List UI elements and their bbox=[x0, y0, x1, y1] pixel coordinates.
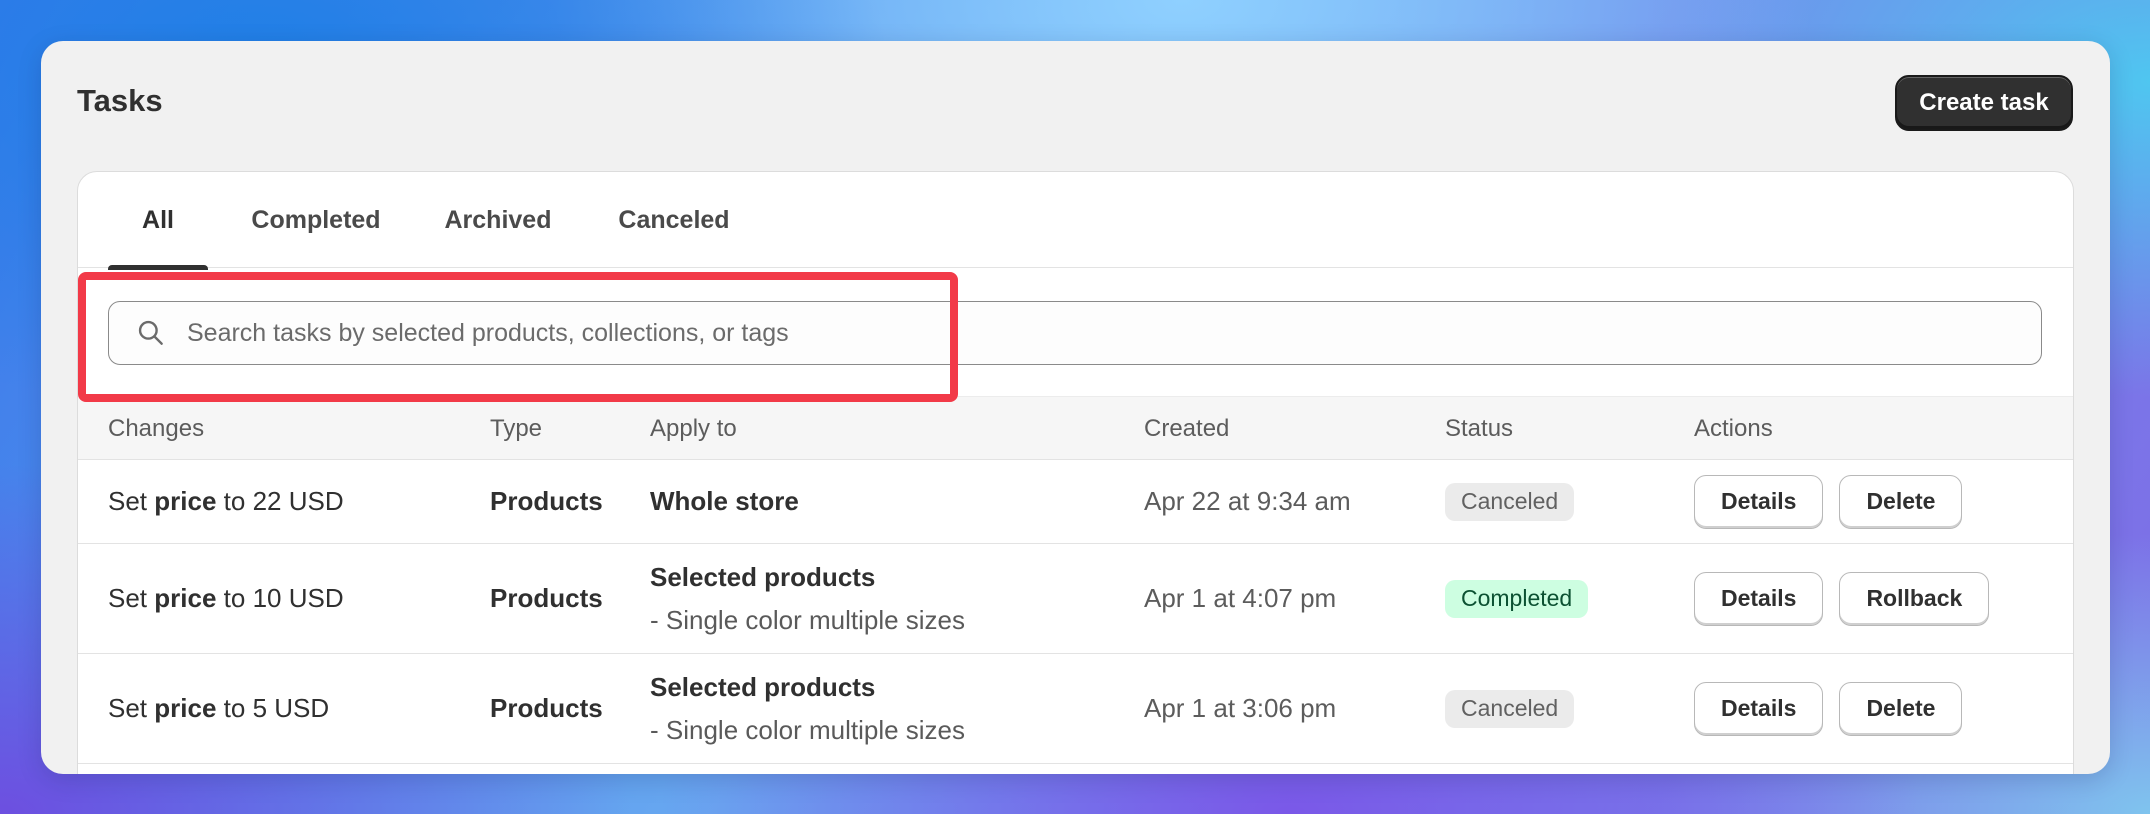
tab-completed[interactable]: Completed bbox=[228, 172, 404, 268]
apply-to-cell: Whole store bbox=[650, 486, 799, 516]
delete-button[interactable]: Delete bbox=[1839, 681, 1963, 736]
table-row: Set price to 10 USD Products Selected pr… bbox=[78, 544, 2073, 654]
status-cell: Completed bbox=[1445, 544, 1589, 653]
type-cell: Products bbox=[490, 583, 603, 613]
delete-button[interactable]: Delete bbox=[1839, 474, 1963, 529]
type-cell: Products bbox=[490, 693, 603, 723]
created-cell: Apr 22 at 9:34 am bbox=[1144, 486, 1351, 516]
table-row: Set price to 22 USD Products Whole store… bbox=[78, 460, 2073, 544]
column-header-actions: Actions bbox=[1694, 415, 1773, 442]
details-button[interactable]: Details bbox=[1694, 681, 1824, 736]
column-header-created: Created bbox=[1144, 415, 1230, 442]
column-header-type: Type bbox=[490, 415, 543, 442]
tab-archived[interactable]: Archived bbox=[422, 172, 574, 268]
status-badge: Canceled bbox=[1445, 689, 1575, 728]
apply-to-cell: Selected products - Single color multipl… bbox=[650, 671, 966, 745]
table-row: Set price to 5 USD Products Selected pro… bbox=[78, 654, 2073, 764]
tab-all[interactable]: All bbox=[108, 172, 208, 270]
tab-bar: All Completed Archived Canceled bbox=[78, 172, 2073, 270]
details-button[interactable]: Details bbox=[1694, 474, 1824, 529]
actions-cell: Details Rollback bbox=[1694, 544, 2005, 653]
actions-cell: Details Delete bbox=[1694, 654, 1978, 763]
tasks-panel: All Completed Archived Canceled Changes … bbox=[77, 171, 2074, 774]
change-cell: Set price to 5 USD bbox=[108, 693, 330, 723]
status-badge: Completed bbox=[1445, 579, 1589, 618]
tab-canceled[interactable]: Canceled bbox=[590, 172, 758, 268]
search-box[interactable] bbox=[108, 301, 2042, 365]
status-badge: Canceled bbox=[1445, 482, 1575, 521]
created-cell: Apr 1 at 3:06 pm bbox=[1144, 693, 1337, 723]
details-button[interactable]: Details bbox=[1694, 571, 1824, 626]
create-task-button[interactable]: Create task bbox=[1895, 75, 2073, 131]
change-cell: Set price to 10 USD bbox=[108, 583, 344, 613]
created-cell: Apr 1 at 4:07 pm bbox=[1144, 583, 1337, 613]
column-header-status: Status bbox=[1445, 415, 1514, 442]
column-header-apply-to: Apply to bbox=[650, 415, 737, 442]
tasks-card: Tasks Create task All Completed Archived… bbox=[41, 41, 2110, 774]
search-icon bbox=[138, 320, 163, 345]
column-header-changes: Changes bbox=[108, 415, 205, 442]
apply-to-cell: Selected products - Single color multipl… bbox=[650, 561, 966, 635]
status-cell: Canceled bbox=[1445, 654, 1575, 763]
actions-cell: Details Delete bbox=[1694, 460, 1978, 543]
rollback-button[interactable]: Rollback bbox=[1839, 571, 1990, 626]
table-header: Changes Type Apply to Created Status Act… bbox=[78, 396, 2073, 460]
type-cell: Products bbox=[490, 486, 603, 516]
page-title: Tasks bbox=[77, 83, 163, 118]
change-cell: Set price to 22 USD bbox=[108, 486, 344, 516]
search-input[interactable] bbox=[187, 302, 2041, 364]
status-cell: Canceled bbox=[1445, 460, 1575, 543]
